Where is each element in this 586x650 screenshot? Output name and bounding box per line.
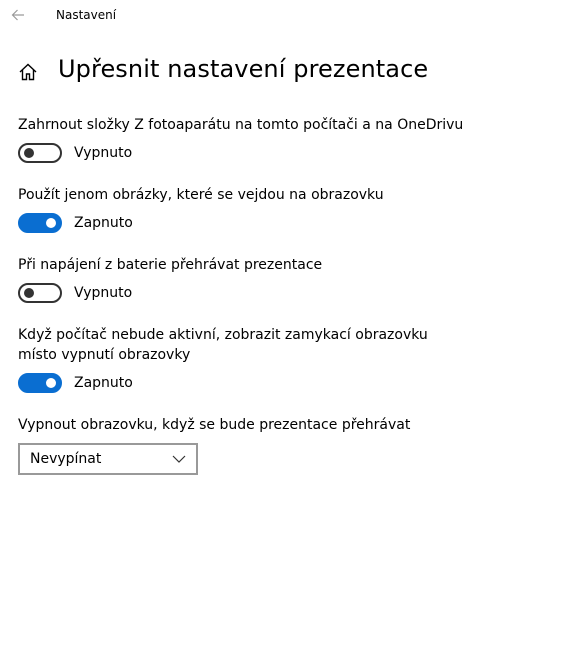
title-bar: Nastavení bbox=[0, 0, 586, 30]
toggle-row: Vypnuto bbox=[18, 283, 488, 303]
setting-label: Zahrnout složky Z fotoaparátu na tomto p… bbox=[18, 117, 464, 133]
toggle-state-label: Zapnuto bbox=[74, 375, 133, 391]
toggle-state-label: Zapnuto bbox=[74, 215, 133, 231]
dropdown-selected-value: Nevypínat bbox=[30, 451, 102, 467]
toggle-knob bbox=[46, 218, 56, 228]
setting-label: Použít jenom obrázky, které se vejdou na… bbox=[18, 187, 384, 203]
toggle-include-camera-roll[interactable] bbox=[18, 143, 62, 163]
page-header: Upřesnit nastavení prezentace bbox=[0, 52, 586, 92]
home-button[interactable] bbox=[16, 60, 40, 84]
toggle-knob bbox=[24, 288, 34, 298]
toggle-fit-screen-only[interactable] bbox=[18, 213, 62, 233]
toggle-row: Vypnuto bbox=[18, 143, 488, 163]
home-icon bbox=[19, 63, 37, 81]
screen-off-dropdown[interactable]: Nevypínat bbox=[18, 443, 198, 475]
setting-screen-off: Vypnout obrazovku, když se bude prezenta… bbox=[18, 415, 488, 475]
window-title: Nastavení bbox=[56, 8, 117, 22]
setting-play-on-battery: Při napájení z baterie přehrávat prezent… bbox=[18, 255, 488, 303]
chevron-down-icon bbox=[172, 455, 186, 463]
toggle-play-on-battery[interactable] bbox=[18, 283, 62, 303]
toggle-row: Zapnuto bbox=[18, 213, 488, 233]
toggle-knob bbox=[24, 148, 34, 158]
toggle-lock-screen-when-inactive[interactable] bbox=[18, 373, 62, 393]
setting-label: Při napájení z baterie přehrávat prezent… bbox=[18, 257, 323, 273]
page-title: Upřesnit nastavení prezentace bbox=[58, 55, 429, 83]
setting-include-camera-roll: Zahrnout složky Z fotoaparátu na tomto p… bbox=[18, 115, 488, 163]
toggle-state-label: Vypnuto bbox=[74, 285, 133, 301]
toggle-state-label: Vypnuto bbox=[74, 145, 133, 161]
setting-fit-screen-only: Použít jenom obrázky, které se vejdou na… bbox=[18, 185, 488, 233]
toggle-knob bbox=[46, 378, 56, 388]
back-button[interactable] bbox=[6, 4, 30, 26]
back-arrow-icon bbox=[11, 9, 24, 21]
setting-label: Když počítač nebude aktivní, zobrazit za… bbox=[18, 327, 428, 363]
setting-lock-screen-when-inactive: Když počítač nebude aktivní, zobrazit za… bbox=[18, 325, 458, 393]
setting-label: Vypnout obrazovku, když se bude prezenta… bbox=[18, 417, 411, 433]
toggle-row: Zapnuto bbox=[18, 373, 458, 393]
